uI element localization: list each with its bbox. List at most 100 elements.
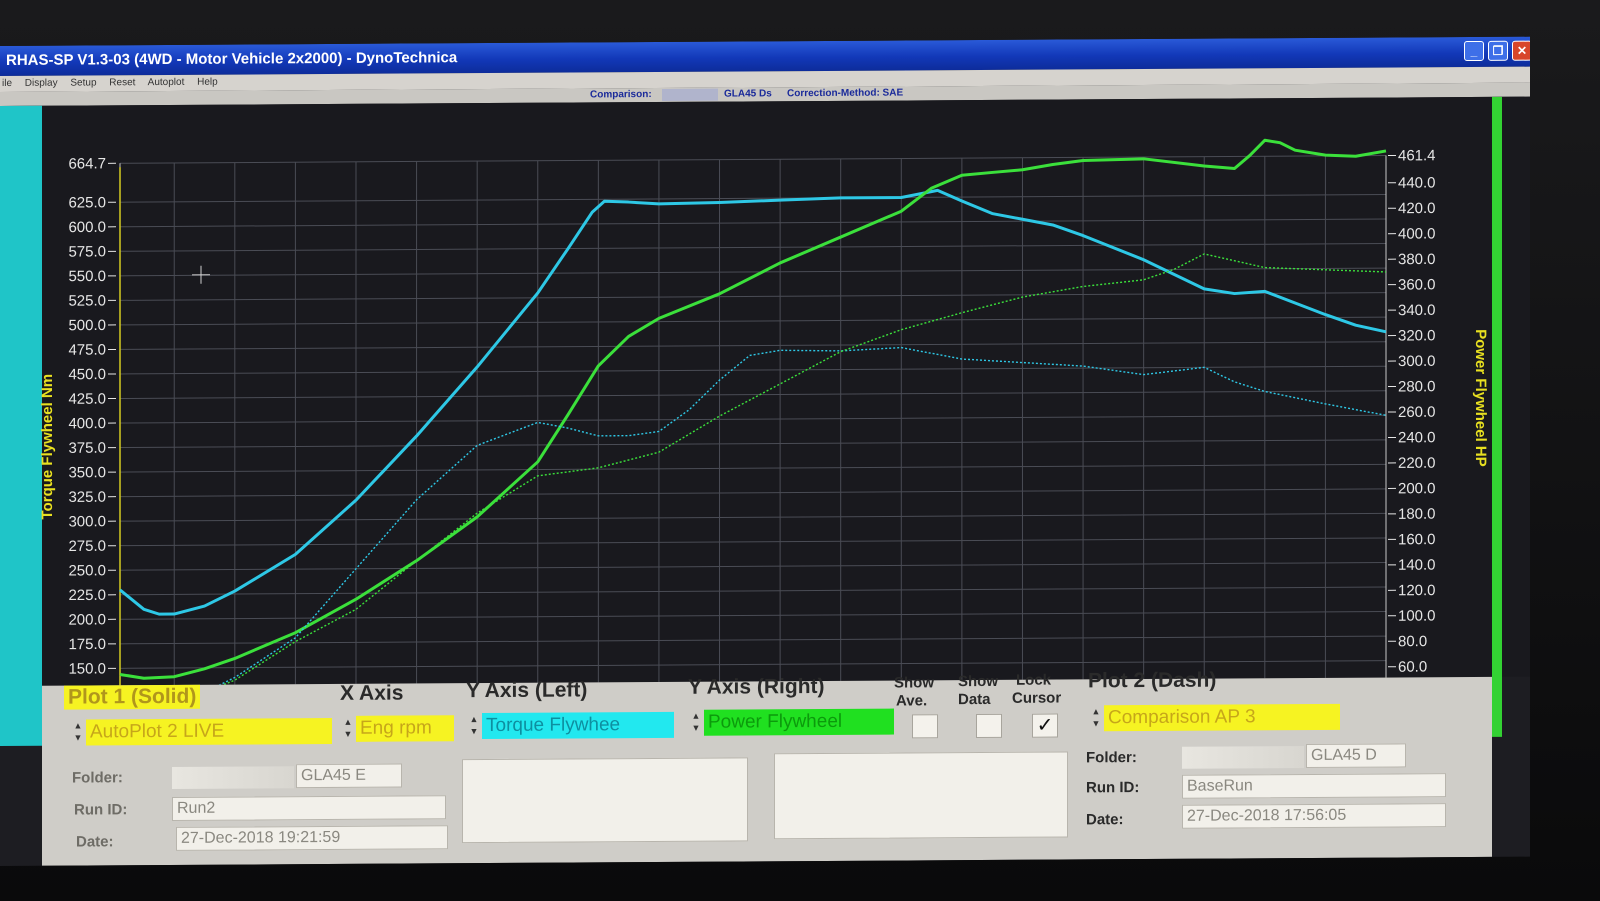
y-left-tick-label: 500.0 (68, 317, 106, 334)
grid-line-y (120, 660, 1386, 669)
menu-item-file[interactable]: ile (2, 78, 12, 89)
y-left-tick-label: 325.0 (68, 489, 106, 506)
y-right-tick-label: 80.0 (1398, 633, 1427, 650)
y-left-tick-label: 375.0 (68, 440, 106, 457)
y-axis-right-label: Y Axis (Right) (688, 674, 825, 699)
y-left-tick-label: 625.0 (68, 194, 106, 211)
y-right-tick-label: 220.0 (1398, 455, 1436, 472)
y-right-tick-label: 160.0 (1398, 531, 1436, 548)
series (119, 138, 1387, 687)
y-left-tick-label: 300.0 (68, 513, 106, 530)
grid-line-y (120, 365, 1386, 375)
y-right-tick-label: 420.0 (1398, 200, 1436, 217)
menu-item-display[interactable]: Display (25, 78, 58, 89)
minimize-button[interactable]: _ (1464, 40, 1484, 62)
date2-field[interactable]: 27-Dec-2018 17:56:05 (1182, 803, 1446, 829)
y-left-tick-label: 575.0 (68, 243, 106, 260)
grid-line-y (120, 243, 1386, 252)
y-left-tick-label: 450.0 (68, 366, 106, 383)
show-data-label-top: Show (958, 672, 998, 691)
folder-field[interactable]: GLA45 E (296, 763, 402, 789)
close-button[interactable]: ✕ (1512, 40, 1530, 61)
menu-item-setup[interactable]: Setup (70, 77, 96, 88)
y-right-tick-label: 280.0 (1398, 378, 1436, 395)
y-left-tick-label: 664.7 (68, 155, 106, 172)
y-right-tick-label: 300.0 (1398, 353, 1436, 370)
grid-line-y (120, 561, 1386, 571)
menu-item-help[interactable]: Help (197, 77, 218, 88)
menu-item-autoplot[interactable]: Autoplot (148, 77, 185, 88)
grid-line-y (120, 267, 1386, 277)
comparison-value: GLA45 Ds (724, 88, 772, 100)
control-panel: Plot 1 (Solid) ▲ ▼ AutoPlot 2 LIVE X Axis… (42, 669, 1492, 866)
y-axis-left-select[interactable]: Torque Flywhee (482, 711, 674, 740)
lock-cursor-label-top: Lock (1016, 671, 1052, 689)
grid-line-y (120, 635, 1386, 645)
y-left-tick-label: 350.0 (68, 464, 106, 481)
y-right-tick-label: 340.0 (1398, 302, 1436, 319)
plot2-title: Plot 2 (Dash) (1088, 668, 1217, 693)
y-right-tick-label: 320.0 (1398, 327, 1436, 344)
show-ave-label-bottom: Ave. (896, 692, 928, 710)
y-right-tick-label: 60.0 (1398, 659, 1427, 676)
run-id2-label: Run ID: (1086, 779, 1140, 797)
show-ave-checkbox[interactable] (912, 714, 938, 739)
y-left-tick-label: 225.0 (68, 587, 106, 604)
folder-label: Folder: (72, 769, 123, 787)
y-right-tick-label: 461.4 (1398, 147, 1436, 164)
grid-line-y (120, 155, 1386, 164)
run-id-field[interactable]: Run2 (172, 795, 446, 821)
lock-cursor-checkbox[interactable]: ✓ (1032, 713, 1058, 738)
plot1-title: Plot 1 (Solid) (64, 684, 201, 710)
y-right-tick-label: 400.0 (1398, 225, 1436, 242)
plot2-spinner[interactable]: ▲ ▼ (1090, 705, 1102, 731)
menu-item-reset[interactable]: Reset (109, 77, 135, 88)
x-axis-select[interactable]: Eng rpm (356, 715, 454, 742)
y-right-tick-label: 260.0 (1398, 404, 1436, 421)
grid-line-y (120, 341, 1386, 350)
y-left-tick-label: 525.0 (68, 292, 106, 309)
y-right-tick-label: 180.0 (1398, 506, 1436, 523)
comparison-label: Comparison: (590, 89, 652, 101)
y-axis-right-title: Power Flywheel HP (1472, 329, 1489, 467)
y-right-tick-label: 380.0 (1398, 251, 1436, 268)
folder2-redacted (1182, 746, 1304, 769)
folder-redacted (172, 766, 294, 789)
y-right-tick-label: 360.0 (1398, 276, 1436, 293)
x-axis-spinner[interactable]: ▲ ▼ (342, 716, 354, 742)
folder2-field[interactable]: GLA45 D (1306, 743, 1406, 769)
y-axis-left-label: Y Axis (Left) (466, 678, 588, 703)
y-axis-right-spinner[interactable]: ▲ ▼ (690, 710, 702, 736)
x-axis-title: X Axis (340, 681, 404, 705)
grid-line-y (120, 292, 1386, 301)
maximize-button[interactable]: ❐ (1488, 40, 1508, 61)
y-left-tick-label: 600.0 (68, 219, 106, 236)
show-ave-label-top: Show (894, 674, 934, 692)
series-line (119, 253, 1387, 687)
date-field[interactable]: 27-Dec-2018 19:21:59 (176, 825, 448, 851)
grid-line-y (120, 512, 1386, 522)
notes-box-left[interactable] (462, 757, 748, 844)
crosshair-icon (192, 265, 210, 284)
grid-line-y (120, 218, 1386, 228)
grid-line-y (120, 390, 1386, 399)
grid-line-y (120, 463, 1386, 473)
y-axis-left-spinner[interactable]: ▲ ▼ (468, 713, 480, 739)
grid-line-y (120, 439, 1386, 449)
y-left-tick-label: 550.0 (68, 268, 106, 285)
app-window: RHAS-SP V1.3-03 (4WD - Motor Vehicle 2x2… (0, 36, 1530, 867)
y-right-tick-label: 100.0 (1398, 608, 1436, 625)
correction-method: Correction-Method: SAE (787, 87, 904, 100)
plot1-file-select[interactable]: AutoPlot 2 LIVE (86, 717, 332, 746)
plot2-file-select[interactable]: Comparison AP 3 (1104, 703, 1340, 732)
comparison-redacted (662, 88, 718, 101)
series-line (119, 346, 1387, 687)
y-axis-right-select[interactable]: Power Flywheel (704, 708, 894, 736)
run-id2-field[interactable]: BaseRun (1182, 773, 1446, 799)
notes-box-right[interactable] (774, 751, 1068, 840)
y-left-tick-label: 200.0 (68, 611, 106, 628)
y-left-tick-label: 150.0 (68, 660, 106, 677)
y-right-tick-label: 240.0 (1398, 429, 1436, 446)
show-data-checkbox[interactable] (976, 713, 1002, 739)
plot1-spinner[interactable]: ▲ ▼ (72, 719, 84, 745)
